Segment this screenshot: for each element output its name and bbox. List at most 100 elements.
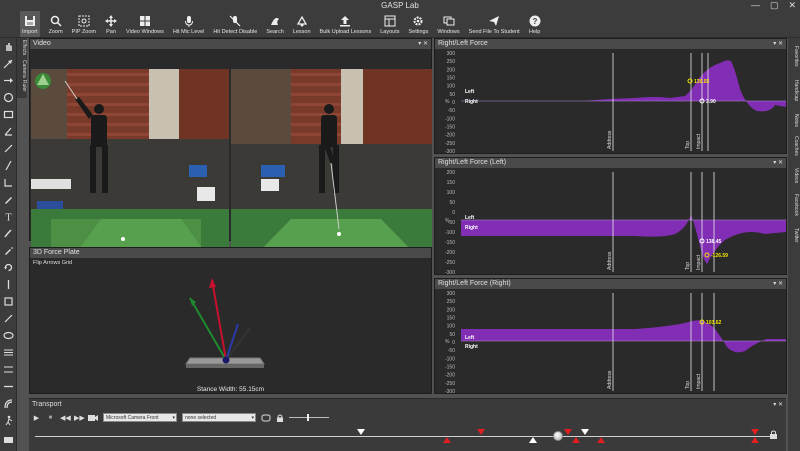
search-icon [271, 17, 280, 25]
hit-detect-disable-button[interactable]: Hit Detect Disable [213, 11, 257, 37]
send-file-to-student-button[interactable]: Send File To Student [469, 11, 520, 37]
vertical-line-tool-icon[interactable] [3, 279, 14, 290]
force-plate-title: 3D Force Plate [33, 249, 80, 256]
transport-controls[interactable]: ▾ ✕ [773, 401, 783, 408]
arrow-right-tool-icon[interactable] [3, 75, 14, 86]
lock-icon[interactable] [276, 414, 284, 422]
slash-tool-icon[interactable] [3, 160, 14, 171]
loop-icon[interactable] [261, 414, 271, 422]
video-windows-icon [139, 16, 150, 26]
play-button[interactable]: ▶ [32, 414, 41, 422]
video-panel-controls[interactable]: ▾ ✕ [418, 39, 428, 49]
video-frame-left[interactable] [31, 50, 229, 279]
pencil-tool-icon[interactable] [3, 245, 14, 256]
second-camera-select[interactable]: none selected ▾ [182, 413, 256, 422]
timeline-track[interactable] [35, 436, 770, 437]
timeline-marker[interactable] [443, 437, 451, 443]
minimize-button[interactable]: — [751, 0, 760, 11]
rectangle-tool-icon[interactable] [3, 109, 14, 120]
maximize-button[interactable]: ▢ [770, 0, 779, 11]
right-vertical-tabs: Favorites Handicap Notes Coaches Videos … [788, 38, 800, 451]
text-tool-icon[interactable]: T [3, 211, 14, 223]
horizontal-tool-icon[interactable] [3, 381, 14, 392]
timeline-marker[interactable] [477, 429, 485, 435]
tab-videos[interactable]: Videos [789, 168, 799, 183]
speed-slider[interactable] [289, 414, 329, 421]
pip-zoom-button[interactable]: PIP Zoom [72, 11, 96, 37]
tab-twitter[interactable]: Twitter [789, 228, 799, 243]
chart-controls[interactable]: ▾ ✕ [773, 279, 783, 289]
import-button[interactable]: Import [20, 11, 40, 37]
rotate-tool-icon[interactable] [3, 262, 14, 273]
pan-icon [105, 15, 118, 27]
event-label: Address [607, 370, 613, 389]
corner-tool-icon[interactable] [3, 177, 14, 188]
force-chart-1[interactable]: 200150100500-50-100-150-200-250-300%Addr… [435, 168, 788, 276]
timeline-marker[interactable] [572, 437, 580, 443]
zoom-button[interactable]: Zoom [49, 11, 63, 37]
timeline-marker[interactable] [529, 437, 537, 443]
chart-controls[interactable]: ▾ ✕ [773, 39, 783, 49]
pen-tool-icon[interactable] [3, 194, 14, 205]
tab-effects[interactable]: Effects [17, 40, 27, 55]
windows-button[interactable]: Windows [437, 11, 460, 37]
y-tick-label: 250 [447, 59, 456, 65]
force-chart-2[interactable]: 300 250 200 150 100 50 0 -50 -100 -150 -200 -250 -30… [435, 289, 788, 395]
speed-slider-handle[interactable] [307, 414, 309, 421]
lesson-button[interactable]: Lesson [293, 11, 311, 37]
chart-title: Right/Left Force (Left) [438, 159, 507, 166]
lock-timeline-icon[interactable] [769, 430, 778, 439]
video-windows-button[interactable]: Video Windows [126, 11, 164, 37]
forward-button[interactable]: ▶▶ [74, 414, 85, 422]
force-plate-panel: 3D Force Plate Flip Arrows Grid Stance W… [29, 247, 432, 394]
hit-mic-level-button[interactable]: Hit Mic Level [173, 11, 204, 37]
bulk-upload-lessons-button[interactable]: Bulk Upload Lessons [320, 11, 371, 37]
tab-favorites[interactable]: Favorites [789, 46, 799, 67]
square-tool-icon[interactable] [3, 296, 14, 307]
force-plate-options[interactable]: Flip Arrows Grid [33, 260, 72, 266]
pan-button[interactable]: Pan [105, 11, 118, 37]
force-chart-0[interactable]: 300 250 200 150 100 50 0 -50 -100 -150 -200 -250 -30… [435, 49, 788, 155]
golfer-tool-icon[interactable] [3, 415, 14, 426]
timeline-playhead[interactable] [553, 431, 563, 441]
search-button[interactable]: Search [266, 11, 284, 37]
tab-coaches[interactable]: Coaches [789, 136, 799, 156]
brush-tool-icon[interactable] [3, 228, 14, 239]
ellipse-tool-icon[interactable] [3, 330, 14, 341]
lines-tool-icon[interactable] [3, 364, 14, 375]
timeline-marker[interactable] [751, 429, 759, 435]
tab-notes[interactable]: Notes [789, 114, 799, 127]
hand-tool-icon[interactable] [3, 41, 14, 52]
timeline-marker[interactable] [581, 429, 589, 435]
curve-tool-icon[interactable] [3, 398, 14, 409]
timeline-marker[interactable] [597, 437, 605, 443]
rewind-button[interactable]: ◀◀ [60, 414, 71, 422]
timeline-marker[interactable] [357, 429, 365, 435]
angle-tool-icon[interactable] [3, 126, 14, 137]
tab-camera[interactable]: Camera [17, 60, 27, 78]
erase-tool-icon[interactable] [3, 434, 14, 445]
y-tick-label: -100 [445, 116, 455, 122]
settings-button[interactable]: Settings [408, 11, 428, 37]
tab-ruler[interactable]: Ruler [17, 80, 27, 92]
gear-icon [413, 16, 423, 26]
pause-button[interactable]: ⏸ [46, 414, 55, 422]
y-tick-label: 100 [447, 324, 456, 330]
help-button[interactable]: ? Help [529, 11, 541, 37]
timeline-marker[interactable] [564, 429, 572, 435]
grid-tool-icon[interactable] [3, 347, 14, 358]
tab-facebook[interactable]: Facebook [789, 194, 799, 216]
chart-controls[interactable]: ▾ ✕ [773, 158, 783, 168]
diagonal-tool-icon[interactable] [3, 313, 14, 324]
y-tick-label: 50 [449, 200, 455, 206]
y-tick-label: 150 [447, 76, 456, 82]
arrow-tool-icon[interactable] [3, 58, 14, 69]
timeline-marker[interactable] [751, 437, 759, 443]
tab-handicap[interactable]: Handicap [789, 80, 799, 101]
video-frame-right[interactable] [231, 50, 432, 279]
close-button[interactable]: ✕ [788, 0, 796, 11]
camera-select[interactable]: Microsoft Camera Front ▾ [103, 413, 177, 422]
layouts-button[interactable]: Layouts [380, 11, 399, 37]
line-tool-icon[interactable] [3, 143, 14, 154]
circle-tool-icon[interactable] [3, 92, 14, 103]
